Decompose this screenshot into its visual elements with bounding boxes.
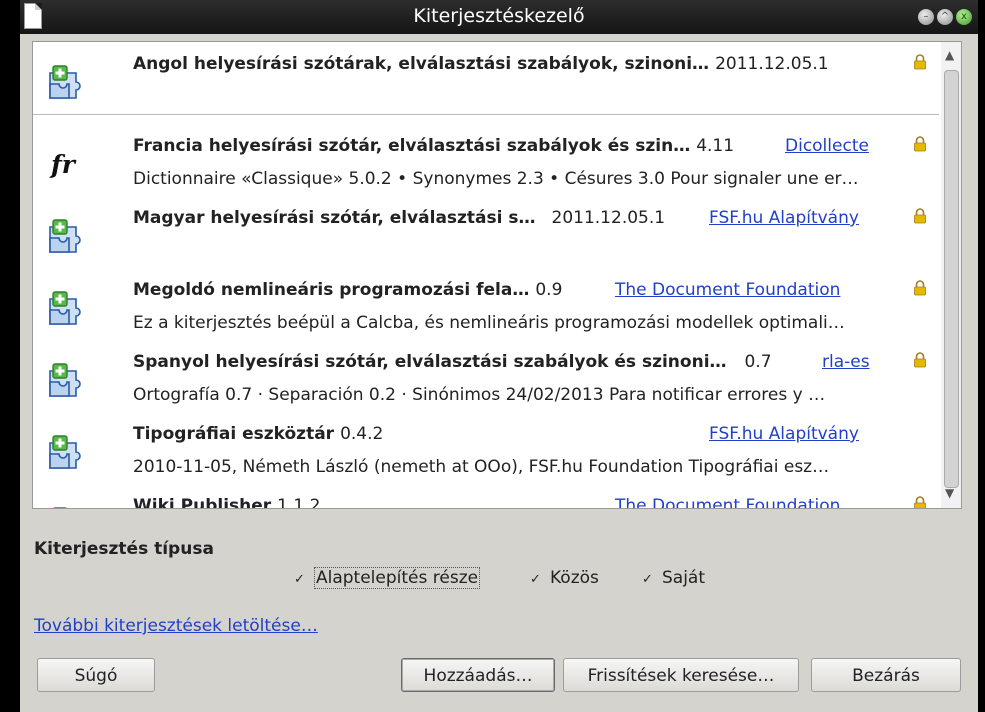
extension-row[interactable]: Wiki Publisher 1.1.2 The Document Foundat… [33,484,939,509]
window-title: Kiterjesztéskezelő [413,5,585,27]
checkbox-user[interactable]: ✓ Saját [642,568,705,592]
close-window-button[interactable]: x [956,9,972,25]
checkbox-label: Alaptelepítés része [314,567,481,589]
publisher-link[interactable]: FSF.hu Alapítvány [709,424,859,444]
extension-row[interactable]: Tipográfiai eszköztár 0.4.2 FSF.hu Alapít… [33,412,939,485]
help-button[interactable]: Súgó [37,658,155,692]
extension-name: Spanyol helyesírási szótár, elválasztási… [133,352,727,372]
lock-icon [913,208,927,224]
extension-version: 4.11 [696,136,735,156]
lock-icon [913,136,927,152]
lock-icon [913,280,927,296]
checkbox-label: Közös [550,568,599,588]
extension-name: Megoldó nemlineáris programozási fela… [133,280,530,300]
extension-row[interactable]: fr Francia helyesírási szótár, elválaszt… [33,124,939,197]
minimize-icon: – [923,11,929,22]
extension-version: 0.4.2 [340,424,384,444]
maximize-button[interactable]: ^ [937,9,953,25]
extension-type-heading: Kiterjesztés típusa [34,539,214,559]
publisher-link[interactable]: rla-es [822,352,870,372]
extension-row[interactable]: Megoldó nemlineáris programozási fela… 0.… [33,268,939,341]
extension-version: 1.1.2 [277,496,321,509]
puzzle-icon [47,434,83,470]
checkbox-shared[interactable]: ✓ Közös [530,568,599,592]
puzzle-icon [47,506,83,509]
minimize-button[interactable]: – [918,9,934,25]
extension-description: Ortografía 0.7 · Separación 0.2 · Sinóni… [133,385,826,405]
scrollbar-thumb[interactable] [944,70,959,488]
publisher-link[interactable]: The Document Foundation [615,280,840,300]
extension-version: 0.7 [744,352,772,372]
lock-icon [913,54,927,70]
close-icon: x [961,11,967,22]
extension-version: 0.9 [535,280,563,300]
puzzle-icon [47,290,83,326]
puzzle-icon [47,362,83,398]
checkbox-bundled[interactable]: ✓ Alaptelepítés része [294,567,481,592]
check-updates-button[interactable]: Frissítések keresése… [563,658,799,692]
extension-list[interactable]: Angol helyesírási szótárak, elválasztási… [32,41,962,509]
checkmark-icon: ✓ [530,572,541,587]
extension-description: 2010-11-05, Németh László (nemeth at OOo… [133,457,830,477]
checkbox-label: Saját [662,568,706,588]
puzzle-icon [47,218,83,254]
fr-text-icon: fr [51,150,75,179]
extension-row[interactable]: Angol helyesírási szótárak, elválasztási… [33,42,939,115]
publisher-link[interactable]: The Document Foundation [615,496,840,508]
puzzle-icon [47,64,83,100]
publisher-link[interactable]: Dicollecte [785,136,869,156]
maximize-icon: ^ [940,11,950,22]
title-bar[interactable]: Kiterjesztéskezelő – ^ x [20,0,978,34]
vertical-scrollbar[interactable]: ▲ ▼ [941,42,961,508]
checkmark-icon: ✓ [642,572,653,587]
extension-version: 2011.12.05.1 [551,208,666,228]
extension-name: Magyar helyesírási szótár, elválasztási … [133,208,536,228]
lock-icon [913,496,927,509]
add-button[interactable]: Hozzáadás… [401,658,555,692]
lock-icon [913,352,927,368]
extension-description: Dictionnaire «Classique» 5.0.2 • Synonym… [133,169,859,189]
checkmark-icon: ✓ [294,572,305,587]
extension-name: Angol helyesírási szótárak, elválasztási… [133,54,710,74]
extension-row[interactable]: Magyar helyesírási szótár, elválasztási … [33,196,939,269]
extension-version: 2011.12.05.1 [715,54,829,74]
extension-description: Ez a kiterjesztés beépül a Calcba, és ne… [133,313,845,333]
extension-name: Wiki Publisher [133,496,272,509]
extension-manager-window: Kiterjesztéskezelő – ^ x Angol helyesírá… [20,0,978,712]
chevron-down-icon[interactable]: ▼ [945,486,954,500]
extension-row[interactable]: Spanyol helyesírási szótár, elválasztási… [33,340,939,413]
extension-name: Francia helyesírási szótár, elválasztási… [133,136,691,156]
chevron-up-icon[interactable]: ▲ [945,48,954,62]
close-button[interactable]: Bezárás [811,658,961,692]
extension-name: Tipográfiai eszköztár [133,424,335,444]
publisher-link[interactable]: FSF.hu Alapítvány [709,208,859,228]
get-more-extensions-link[interactable]: További kiterjesztések letöltése… [34,616,318,636]
